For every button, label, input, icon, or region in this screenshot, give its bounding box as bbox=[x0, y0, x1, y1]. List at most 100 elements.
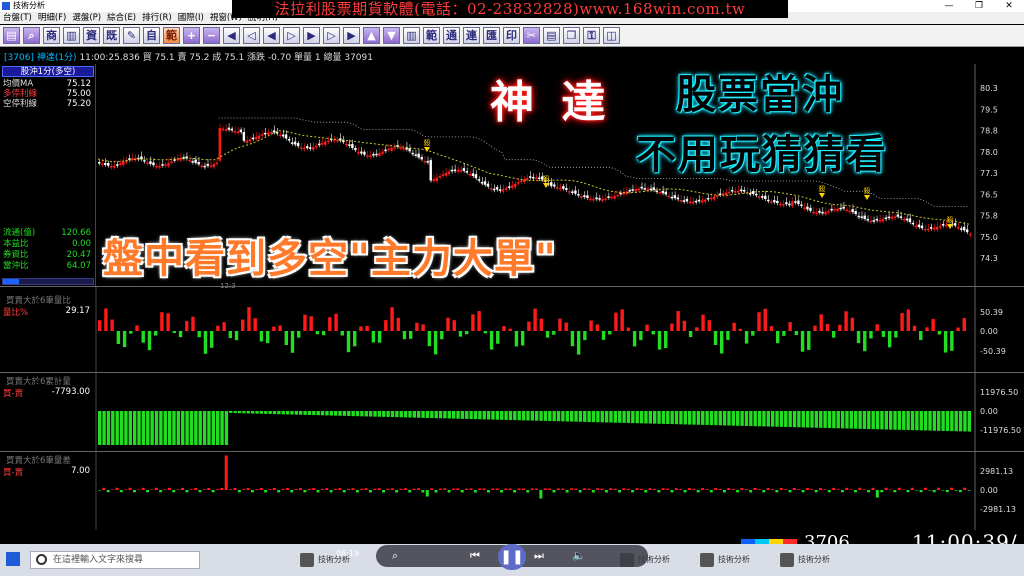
volume-ratio-bar bbox=[160, 312, 164, 331]
volume-diff-bar bbox=[849, 489, 853, 490]
volume-diff-bar bbox=[115, 487, 119, 490]
volume-diff-bar bbox=[417, 488, 421, 490]
candle-body bbox=[375, 153, 378, 156]
candle-body bbox=[785, 202, 788, 205]
start-icon[interactable] bbox=[6, 552, 20, 566]
info-progress-bar bbox=[2, 278, 94, 285]
subtitles-icon[interactable]: ⌕ bbox=[392, 549, 398, 563]
indicator-selector[interactable]: 股沖1分(多空) bbox=[2, 66, 94, 77]
candle-body bbox=[553, 184, 556, 187]
cumulative-bar bbox=[303, 411, 307, 415]
volume-diff-bar bbox=[757, 489, 761, 490]
cumulative-bar bbox=[937, 411, 941, 431]
cumulative-bar bbox=[530, 411, 535, 421]
candle-body bbox=[474, 174, 478, 179]
volume-diff-bar bbox=[364, 488, 368, 490]
volume-diff-bar bbox=[683, 490, 687, 493]
candle-body bbox=[399, 147, 402, 149]
candle-body bbox=[426, 161, 429, 163]
candle-body bbox=[926, 228, 930, 231]
volume-ratio-bar bbox=[514, 331, 519, 347]
volume-ratio-bar bbox=[651, 331, 655, 335]
volume-ratio-bar bbox=[458, 331, 463, 337]
volume-ratio-bar bbox=[738, 328, 743, 331]
cumulative-bar bbox=[832, 411, 836, 429]
candle-body bbox=[908, 218, 912, 223]
cumulative-bar bbox=[111, 411, 115, 445]
volume-diff-bar bbox=[718, 489, 722, 490]
volume-ratio-bar bbox=[297, 331, 301, 338]
cumulative-bar bbox=[657, 411, 661, 424]
volume-ratio-bar bbox=[931, 318, 935, 331]
candle-body bbox=[516, 182, 520, 184]
volume-ratio-bar bbox=[265, 331, 270, 344]
taskbar-app[interactable]: 技術分析 bbox=[700, 552, 750, 568]
taskbar-search-input[interactable]: 在這裡輸入文字來搜尋 bbox=[30, 551, 200, 569]
previous-icon[interactable]: ⏮ bbox=[470, 549, 480, 563]
cumulative-bar bbox=[954, 411, 958, 432]
cumulative-bar bbox=[504, 411, 508, 420]
cumulative-bar bbox=[181, 411, 185, 445]
volume-ratio-bar bbox=[682, 320, 687, 331]
cumulative-bar bbox=[932, 411, 937, 431]
cumulative-bar bbox=[792, 411, 797, 428]
candle-body bbox=[938, 226, 942, 228]
volume-icon[interactable]: 🔈 bbox=[572, 549, 586, 562]
cumulative-bar bbox=[215, 411, 220, 445]
candle-body bbox=[453, 169, 457, 172]
candle-body bbox=[465, 171, 469, 173]
volume-ratio-bar bbox=[433, 331, 438, 355]
taskbar-app[interactable]: 技術分析 bbox=[780, 552, 830, 568]
volume-ratio-bar bbox=[570, 331, 575, 347]
volume-ratio-bar bbox=[639, 331, 643, 341]
volume-ratio-bar bbox=[558, 318, 562, 331]
volume-ratio-bar bbox=[477, 311, 481, 331]
candle-body bbox=[658, 192, 661, 194]
volume-diff-bar bbox=[727, 488, 731, 490]
cumulative-bar bbox=[753, 411, 757, 427]
volume-ratio-bar bbox=[129, 331, 133, 334]
cumulative-bar bbox=[770, 411, 775, 427]
cumulative-bar bbox=[229, 411, 233, 413]
cumulative-bar bbox=[923, 411, 928, 431]
cumulative-bar bbox=[285, 411, 290, 415]
candle-body bbox=[878, 219, 881, 222]
volume-diff-bar bbox=[360, 488, 364, 490]
candle-body bbox=[227, 127, 231, 130]
candle-body bbox=[411, 152, 414, 155]
volume-ratio-bar bbox=[869, 331, 873, 339]
cumulative-bar bbox=[119, 411, 124, 445]
candle-body bbox=[468, 173, 472, 176]
candle-body bbox=[414, 154, 417, 156]
candle-body bbox=[923, 228, 927, 231]
volume-ratio-bar bbox=[197, 331, 201, 338]
candle-body bbox=[833, 209, 836, 211]
candle-body bbox=[688, 201, 692, 204]
cumulative-bar bbox=[626, 411, 631, 424]
sell-marker-arrow bbox=[864, 195, 870, 200]
volume-ratio-bar bbox=[377, 331, 382, 343]
next-icon[interactable]: ⏭ bbox=[534, 549, 544, 563]
volume-ratio-bar bbox=[427, 331, 432, 347]
volume-diff-bar bbox=[674, 488, 678, 490]
candle-body bbox=[528, 176, 532, 178]
volume-ratio-bar bbox=[365, 325, 369, 331]
info-label: 空停利線 bbox=[3, 99, 38, 109]
cumulative-bar bbox=[884, 411, 888, 430]
candle-body bbox=[667, 195, 671, 198]
price-tick-label: 80.3 bbox=[980, 84, 998, 93]
cumulative-bar bbox=[609, 411, 613, 423]
cumulative-bar bbox=[727, 411, 731, 426]
cumulative-bar bbox=[893, 411, 897, 430]
candle-body bbox=[101, 163, 104, 166]
candle-body bbox=[646, 188, 649, 191]
cumulative-bar bbox=[814, 411, 819, 428]
candle-body bbox=[550, 182, 553, 187]
cumulative-bar bbox=[600, 411, 604, 423]
volume-ratio-bar bbox=[328, 317, 332, 331]
volume-diff-bar bbox=[875, 490, 879, 498]
candle-body bbox=[782, 204, 785, 206]
pause-button[interactable]: ❚❚ bbox=[498, 544, 526, 570]
volume-diff-bar bbox=[779, 487, 783, 490]
player-time: 06:19 bbox=[336, 549, 360, 558]
